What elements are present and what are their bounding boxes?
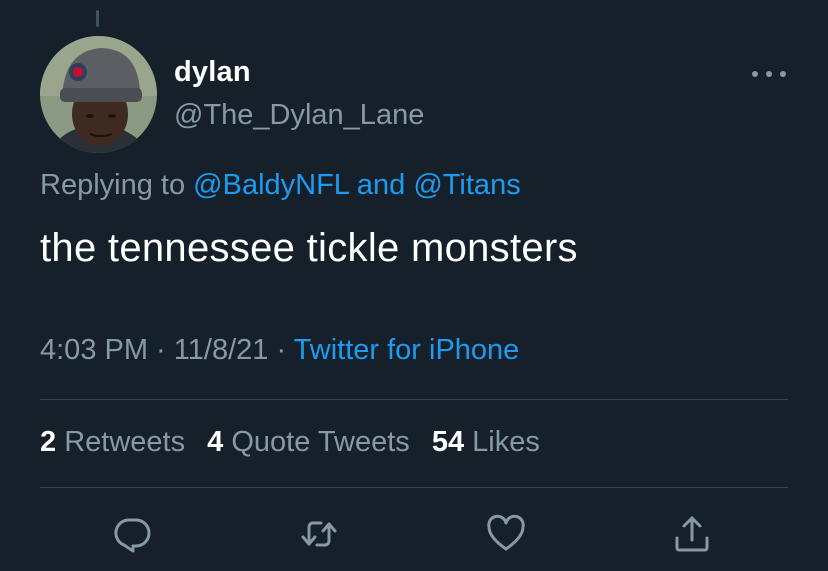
like-button[interactable] — [486, 514, 526, 554]
replying-to-line: Replying to @BaldyNFL and @Titans — [40, 169, 521, 202]
meta-separator: · — [268, 334, 294, 366]
retweets-count: 2 — [40, 426, 57, 458]
retweet-button[interactable] — [299, 514, 339, 554]
share-icon — [675, 516, 709, 552]
likes-label: Likes — [472, 426, 540, 458]
reply-button[interactable] — [113, 514, 153, 554]
avatar-image — [40, 36, 157, 153]
user-handle[interactable]: @The_Dylan_Lane — [174, 99, 424, 132]
divider — [40, 487, 788, 488]
retweets-stat[interactable]: 2 Retweets — [40, 426, 185, 458]
reply-icon — [114, 518, 151, 553]
retweet-icon — [301, 521, 337, 547]
thread-connector-line — [96, 10, 99, 27]
quote-tweets-count: 4 — [207, 426, 224, 458]
avatar[interactable] — [40, 36, 157, 153]
heart-icon — [487, 514, 525, 551]
tweet-date[interactable]: 11/8/21 — [174, 334, 269, 366]
meta-separator: · — [148, 334, 174, 366]
likes-stat[interactable]: 54 Likes — [432, 426, 540, 458]
mention-link-titans[interactable]: @Titans — [413, 169, 520, 201]
tweet-text: the tennessee tickle monsters — [40, 226, 578, 270]
action-bar — [0, 514, 828, 554]
likes-count: 54 — [431, 426, 465, 458]
display-name[interactable]: dylan — [174, 56, 251, 89]
tweet-metadata: 4:03 PM · 11/8/21 · Twitter for iPhone — [40, 334, 519, 367]
mention-link-baldynfl[interactable]: @BaldyNFL — [193, 169, 349, 201]
replying-prefix: Replying to — [40, 169, 194, 201]
divider — [40, 399, 788, 400]
engagement-stats: 2 Retweets 4 Quote Tweets 54 Likes — [40, 426, 554, 459]
quote-tweets-label: Quote Tweets — [231, 426, 410, 458]
retweets-label: Retweets — [64, 426, 186, 458]
more-options-icon[interactable] — [752, 64, 786, 84]
mention-joiner: and — [348, 169, 414, 201]
tweet-source-link[interactable]: Twitter for iPhone — [294, 334, 520, 366]
quote-tweets-stat[interactable]: 4 Quote Tweets — [207, 426, 410, 458]
tweet-time[interactable]: 4:03 PM — [40, 334, 148, 366]
share-button[interactable] — [672, 514, 712, 554]
